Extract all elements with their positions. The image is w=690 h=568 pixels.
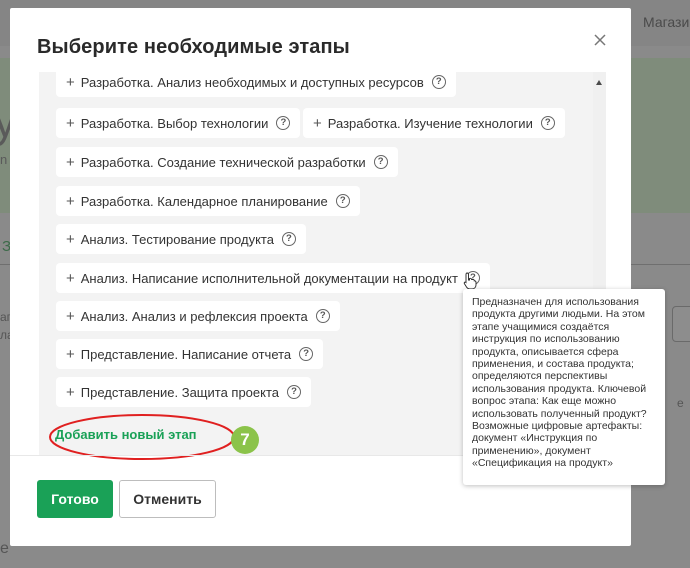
stage-chip[interactable]: + Представление. Защита проекта ?: [56, 377, 312, 407]
stage-label: Разработка. Анализ необходимых и доступн…: [80, 74, 424, 90]
plus-icon: +: [313, 114, 322, 132]
stage-label: Представление. Написание отчета: [80, 346, 292, 362]
stage-help-tooltip: Предназначен для использования продукта …: [463, 289, 665, 485]
stage-label: Разработка. Создание технической разрабо…: [80, 154, 366, 170]
help-icon[interactable]: ?: [373, 155, 388, 169]
background-text-fragment: е: [677, 396, 684, 410]
background-control-fragment: [672, 306, 690, 342]
plus-icon: +: [66, 345, 75, 363]
modal-title: Выберите необходимые этапы: [37, 36, 350, 58]
stage-chip[interactable]: + Анализ. Написание исполнительной докум…: [56, 263, 490, 293]
help-icon[interactable]: ?: [299, 347, 314, 361]
annotation-step-badge: 7: [231, 426, 259, 454]
stage-label: Разработка. Календарное планирование: [80, 193, 328, 209]
plus-icon: +: [66, 73, 75, 91]
background-nav-item: Магазин: [643, 14, 690, 30]
plus-icon: +: [66, 269, 75, 287]
plus-icon: +: [66, 114, 75, 132]
stage-chip[interactable]: + Разработка. Анализ необходимых и досту…: [56, 72, 456, 97]
help-icon[interactable]: ?: [540, 116, 555, 130]
stage-chip[interactable]: + Разработка. Создание технической разра…: [56, 147, 398, 177]
plus-icon: +: [66, 383, 75, 401]
stage-chip[interactable]: + Анализ. Анализ и рефлексия проекта ?: [56, 301, 340, 331]
close-icon: [594, 34, 606, 46]
help-icon[interactable]: ?: [431, 75, 446, 89]
help-icon[interactable]: ?: [287, 385, 302, 399]
stage-label: Разработка. Выбор технологии: [80, 115, 269, 131]
scroll-up-arrow-icon[interactable]: [596, 80, 602, 85]
plus-icon: +: [66, 230, 75, 248]
help-icon[interactable]: ?: [276, 116, 291, 130]
stage-chip[interactable]: + Разработка. Выбор технологии ?: [56, 108, 301, 138]
stage-chip[interactable]: + Разработка. Календарное планирование ?: [56, 186, 360, 216]
stage-chip[interactable]: + Анализ. Тестирование продукта ?: [56, 224, 306, 254]
stage-chip[interactable]: + Разработка. Изучение технологии ?: [303, 108, 565, 138]
stage-label: Анализ. Написание исполнительной докумен…: [80, 270, 458, 286]
plus-icon: +: [66, 192, 75, 210]
plus-icon: +: [66, 307, 75, 325]
stage-label: Представление. Защита проекта: [80, 384, 280, 400]
background-text-fragment: n: [0, 152, 8, 167]
plus-icon: +: [66, 153, 75, 171]
stage-label: Разработка. Изучение технологии: [327, 115, 533, 131]
background-text-fragment: е: [0, 540, 9, 557]
stage-chip[interactable]: + Представление. Написание отчета ?: [56, 339, 324, 369]
cancel-button[interactable]: Отменить: [119, 480, 216, 518]
done-button[interactable]: Готово: [37, 480, 113, 518]
close-button[interactable]: [592, 32, 608, 48]
help-icon[interactable]: ?: [315, 309, 330, 323]
hand-cursor-icon: [463, 272, 477, 290]
stage-label: Анализ. Анализ и рефлексия проекта: [80, 308, 308, 324]
help-icon[interactable]: ?: [281, 232, 296, 246]
help-icon[interactable]: ?: [335, 194, 350, 208]
stage-label: Анализ. Тестирование продукта: [80, 231, 274, 247]
